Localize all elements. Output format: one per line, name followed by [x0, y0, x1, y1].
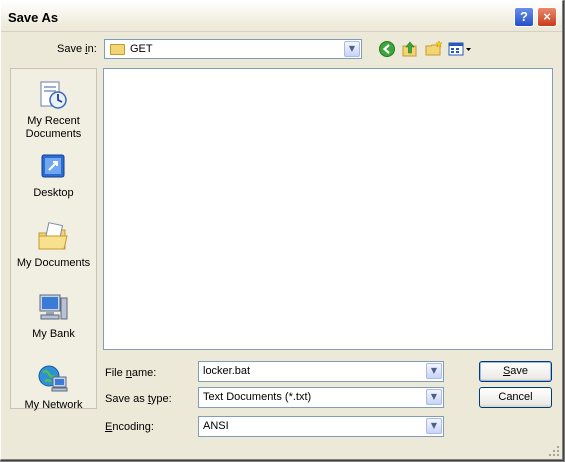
chevron-down-icon[interactable]: ▼ — [426, 363, 442, 379]
file-list-view[interactable] — [103, 68, 553, 350]
place-label: Documents — [25, 128, 82, 140]
chevron-down-icon[interactable]: ▼ — [426, 418, 442, 434]
save-as-type-value: Text Documents (*.txt) — [203, 391, 312, 403]
new-folder-icon — [425, 40, 443, 56]
folder-icon — [110, 44, 125, 55]
place-my-recent-documents[interactable]: My Recent Documents — [11, 73, 96, 143]
place-my-network[interactable]: My Network — [11, 357, 96, 427]
up-folder-icon — [402, 41, 417, 57]
save-in-label: Save in: — [57, 43, 97, 55]
save-as-type-label: Save as type: — [105, 393, 172, 405]
help-button[interactable]: ? — [514, 7, 534, 27]
back-icon — [379, 41, 395, 57]
back-button[interactable] — [378, 40, 396, 58]
place-label: Desktop — [33, 187, 74, 199]
place-desktop[interactable]: Desktop — [11, 145, 96, 215]
places-bar: My RecentDocuments Desktop My Documents — [10, 68, 97, 411]
recent-documents-icon — [40, 81, 67, 109]
save-as-type-select[interactable]: Text Documents (*.txt) ▼ — [198, 387, 444, 408]
place-label: My Bank — [32, 328, 75, 340]
close-icon: × — [543, 9, 551, 24]
save-in-dropdown[interactable]: GET ▼ — [104, 39, 362, 59]
desktop-icon — [41, 154, 65, 178]
file-name-label: File name: — [105, 367, 157, 379]
save-button[interactable]: Save — [479, 361, 552, 382]
file-name-input[interactable]: locker.bat — [203, 365, 250, 377]
place-label: My Recent — [27, 115, 80, 127]
views-menu-icon — [448, 42, 471, 56]
network-icon — [38, 365, 68, 392]
place-label: My Network — [24, 399, 83, 411]
encoding-label: Encoding: — [105, 421, 154, 433]
encoding-select[interactable]: ANSI ▼ — [198, 416, 444, 437]
save-as-dialog: Save As ? × Save in: GET ▼ My Recent Doc… — [0, 0, 563, 460]
resize-grip-icon[interactable] — [548, 445, 560, 457]
views-menu-button[interactable] — [448, 40, 472, 58]
chevron-down-icon[interactable]: ▼ — [344, 41, 360, 57]
my-documents-icon — [38, 222, 68, 250]
new-folder-button[interactable] — [425, 40, 443, 58]
window-title: Save As — [8, 10, 59, 25]
help-icon: ? — [520, 9, 528, 24]
title-bar[interactable]: Save As ? × — [1, 1, 562, 32]
chevron-down-icon[interactable]: ▼ — [426, 389, 442, 405]
encoding-value: ANSI — [203, 420, 229, 432]
place-label: My Documents — [16, 257, 91, 269]
place-my-documents[interactable]: My Documents — [11, 215, 96, 285]
close-button[interactable]: × — [537, 7, 557, 27]
file-name-combo[interactable]: locker.bat ▼ — [198, 361, 444, 382]
computer-icon — [39, 294, 68, 320]
save-in-value: GET — [130, 43, 153, 55]
place-my-bank[interactable]: My Bank — [11, 286, 96, 356]
cancel-button[interactable]: Cancel — [479, 387, 552, 408]
up-one-level-button[interactable] — [401, 40, 419, 58]
